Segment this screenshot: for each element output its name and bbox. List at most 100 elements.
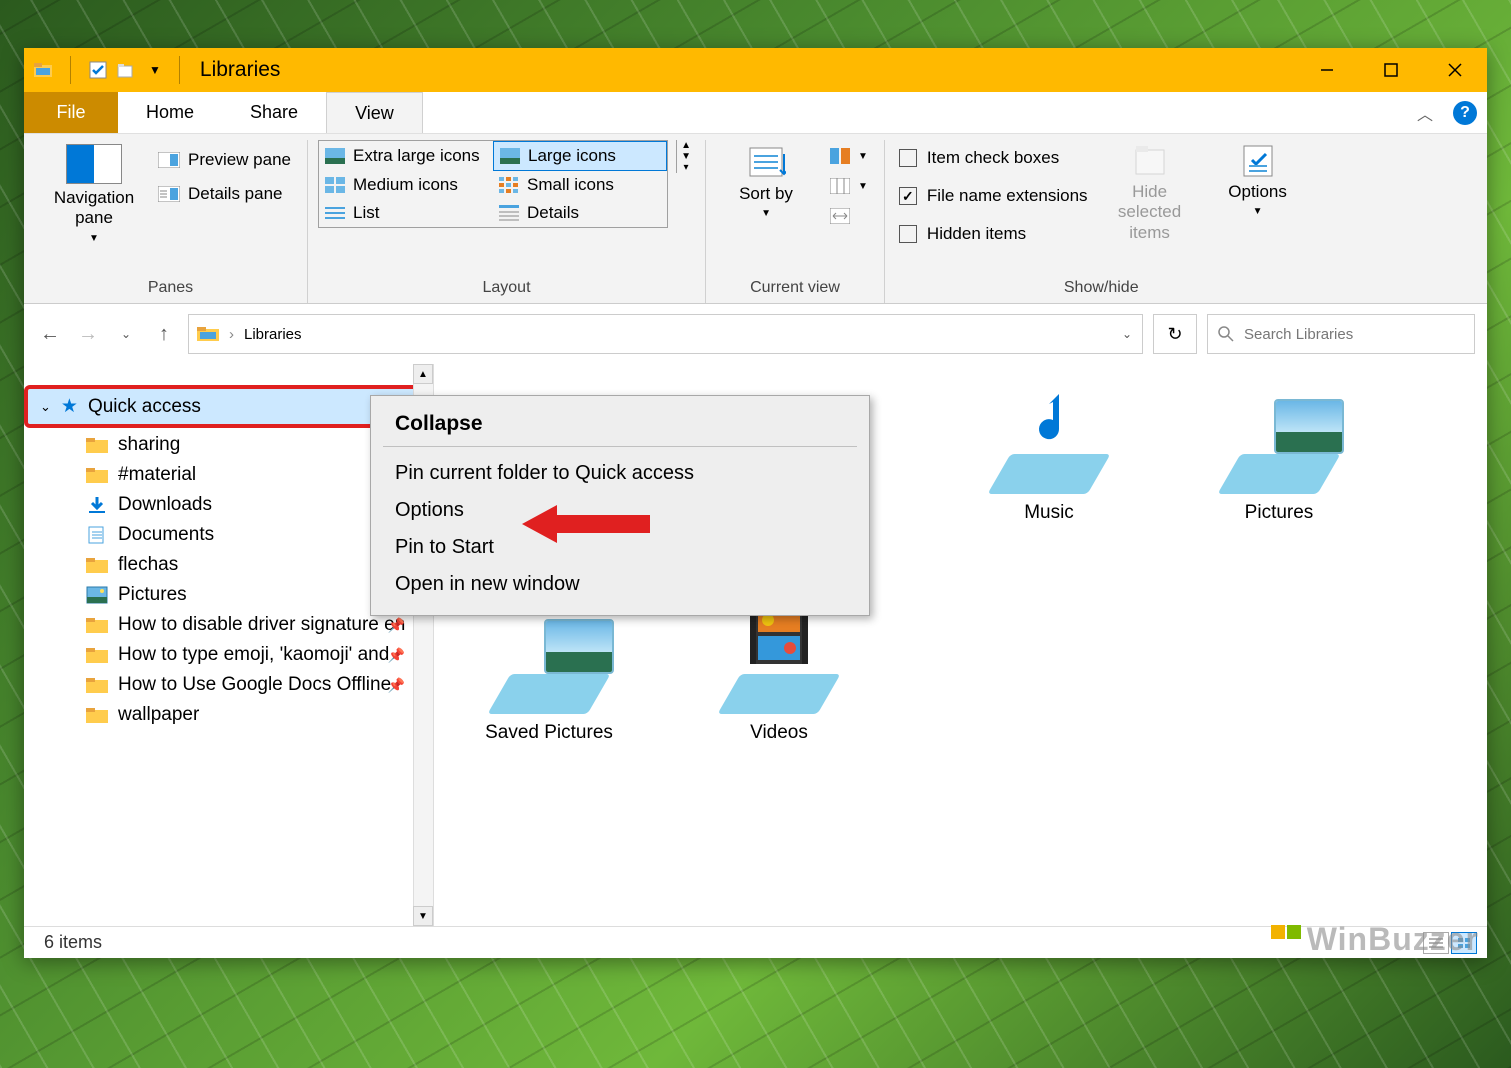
group-by-button[interactable]: ▼ xyxy=(824,144,874,168)
collapse-ribbon-icon[interactable]: ︿ xyxy=(1417,101,1433,125)
library-item[interactable]: Music xyxy=(964,384,1134,524)
navigation-row: ← → ⌄ ↑ › Libraries ⌄ ↻ Search Libraries xyxy=(24,304,1487,364)
context-menu-separator xyxy=(383,446,857,447)
file-extensions-toggle[interactable]: ✓File name extensions xyxy=(895,180,1092,212)
sidebar-quick-access[interactable]: ⌄ ★ Quick access xyxy=(28,389,418,424)
window-title: Libraries xyxy=(200,58,281,82)
sidebar-item-label: Downloads xyxy=(118,494,212,516)
status-bar: 6 items xyxy=(24,926,1487,958)
breadcrumb-separator-icon: › xyxy=(229,326,234,343)
annotation-arrow xyxy=(522,499,652,549)
preview-pane-label: Preview pane xyxy=(188,150,291,170)
tab-home[interactable]: Home xyxy=(118,92,222,133)
watermark: WinBuzzer xyxy=(1271,921,1479,958)
star-icon: ★ xyxy=(61,395,78,418)
sidebar-item-label: sharing xyxy=(118,434,180,456)
close-button[interactable] xyxy=(1423,48,1487,92)
watermark-text: WinBuzzer xyxy=(1307,921,1479,958)
sidebar-scroll-down[interactable]: ▼ xyxy=(413,906,433,926)
sort-by-button[interactable]: Sort by ▼ xyxy=(716,140,816,224)
details-pane-button[interactable]: Details pane xyxy=(152,180,297,208)
add-columns-button[interactable]: ▼ xyxy=(824,174,874,198)
layout-scroll-down[interactable]: ▼ xyxy=(677,151,695,162)
sidebar-item[interactable]: How to type emoji, 'kaomoji' and📌 xyxy=(24,640,433,670)
address-bar[interactable]: › Libraries ⌄ xyxy=(188,314,1143,354)
group-label-layout: Layout xyxy=(318,273,695,299)
context-menu-open-new-window[interactable]: Open in new window xyxy=(371,566,869,603)
library-item[interactable]: Pictures xyxy=(1194,384,1364,524)
pin-icon: 📌 xyxy=(388,677,405,694)
hidden-items-toggle[interactable]: Hidden items xyxy=(895,218,1092,250)
forward-button[interactable]: → xyxy=(74,323,102,346)
new-folder-icon[interactable] xyxy=(117,61,135,79)
sidebar-scroll-up[interactable]: ▲ xyxy=(413,364,433,384)
search-placeholder: Search Libraries xyxy=(1244,326,1353,343)
refresh-button[interactable]: ↻ xyxy=(1153,314,1197,354)
ribbon-tab-strip: File Home Share View ︿ ? xyxy=(24,92,1487,134)
up-button[interactable]: ↑ xyxy=(150,323,178,346)
breadcrumb-libraries[interactable]: Libraries xyxy=(244,326,302,343)
tab-share[interactable]: Share xyxy=(222,92,326,133)
address-dropdown-icon[interactable]: ⌄ xyxy=(1122,327,1132,341)
status-item-count: 6 items xyxy=(44,932,102,953)
layout-extra-large[interactable]: Extra large icons xyxy=(319,141,493,171)
options-button[interactable]: Options ▼ xyxy=(1208,140,1308,222)
navigation-pane-icon xyxy=(66,144,122,184)
context-menu-pin-quick-access[interactable]: Pin current folder to Quick access xyxy=(371,455,869,492)
item-checkboxes-toggle[interactable]: Item check boxes xyxy=(895,142,1092,174)
layout-gallery: Extra large icons Large icons Medium ico… xyxy=(318,140,668,228)
sidebar-item[interactable]: How to Use Google Docs Offline📌 xyxy=(24,670,433,700)
chevron-down-icon: ⌄ xyxy=(40,399,51,415)
back-button[interactable]: ← xyxy=(36,323,64,346)
pin-icon: 📌 xyxy=(388,617,405,634)
layout-medium[interactable]: Medium icons xyxy=(319,171,493,199)
details-pane-label: Details pane xyxy=(188,184,283,204)
navigation-pane-button[interactable]: Navigation pane ▼ xyxy=(44,140,144,249)
library-item-label: Saved Pictures xyxy=(485,722,613,744)
tab-view[interactable]: View xyxy=(326,92,423,133)
options-label: Options xyxy=(1228,182,1287,202)
maximize-button[interactable] xyxy=(1359,48,1423,92)
layout-large[interactable]: Large icons xyxy=(493,141,667,171)
library-item-label: Videos xyxy=(750,722,808,744)
layout-expand[interactable]: ▾ xyxy=(677,162,695,173)
library-icon xyxy=(489,604,609,714)
minimize-button[interactable] xyxy=(1295,48,1359,92)
qat-customize-icon[interactable]: ▼ xyxy=(149,63,161,77)
preview-pane-button[interactable]: Preview pane xyxy=(152,146,297,174)
library-item[interactable]: Saved Pictures xyxy=(464,604,634,744)
ribbon-view: Navigation pane ▼ Preview pane Details p… xyxy=(24,134,1487,304)
tab-file[interactable]: File xyxy=(24,92,118,133)
context-menu-collapse[interactable]: Collapse xyxy=(371,408,869,446)
quick-access-label: Quick access xyxy=(88,396,201,418)
group-label-current-view: Current view xyxy=(716,273,874,299)
sidebar-item-label: How to Use Google Docs Offline xyxy=(118,674,391,696)
search-input[interactable]: Search Libraries xyxy=(1207,314,1475,354)
library-item-label: Pictures xyxy=(1245,502,1314,524)
search-icon xyxy=(1218,326,1234,342)
pin-icon: 📌 xyxy=(388,647,405,664)
library-item[interactable]: Videos xyxy=(694,604,864,744)
properties-icon[interactable] xyxy=(89,61,107,79)
sidebar-item-label: How to disable driver signature en xyxy=(118,614,405,636)
library-icon xyxy=(1219,384,1339,494)
recent-locations-button[interactable]: ⌄ xyxy=(112,327,140,341)
layout-details[interactable]: Details xyxy=(493,199,667,227)
layout-scroll-up[interactable]: ▲ xyxy=(677,140,695,151)
layout-small[interactable]: Small icons xyxy=(493,171,667,199)
help-icon[interactable]: ? xyxy=(1453,101,1477,125)
titlebar: ▼ Libraries xyxy=(24,48,1487,92)
sidebar-item-label: Pictures xyxy=(118,584,187,606)
sidebar-item-label: flechas xyxy=(118,554,178,576)
sidebar-item[interactable]: wallpaper xyxy=(24,700,433,730)
library-item-label: Music xyxy=(1024,502,1074,524)
location-folder-icon xyxy=(197,325,219,343)
library-icon xyxy=(989,384,1109,494)
watermark-logo-icon xyxy=(1271,925,1301,955)
group-label-panes: Panes xyxy=(44,273,297,299)
group-label-show-hide: Show/hide xyxy=(895,273,1308,299)
size-columns-button[interactable] xyxy=(824,204,874,228)
sort-by-label: Sort by xyxy=(739,184,793,204)
layout-list[interactable]: List xyxy=(319,199,493,227)
sidebar-item-label: How to type emoji, 'kaomoji' and xyxy=(118,644,389,666)
